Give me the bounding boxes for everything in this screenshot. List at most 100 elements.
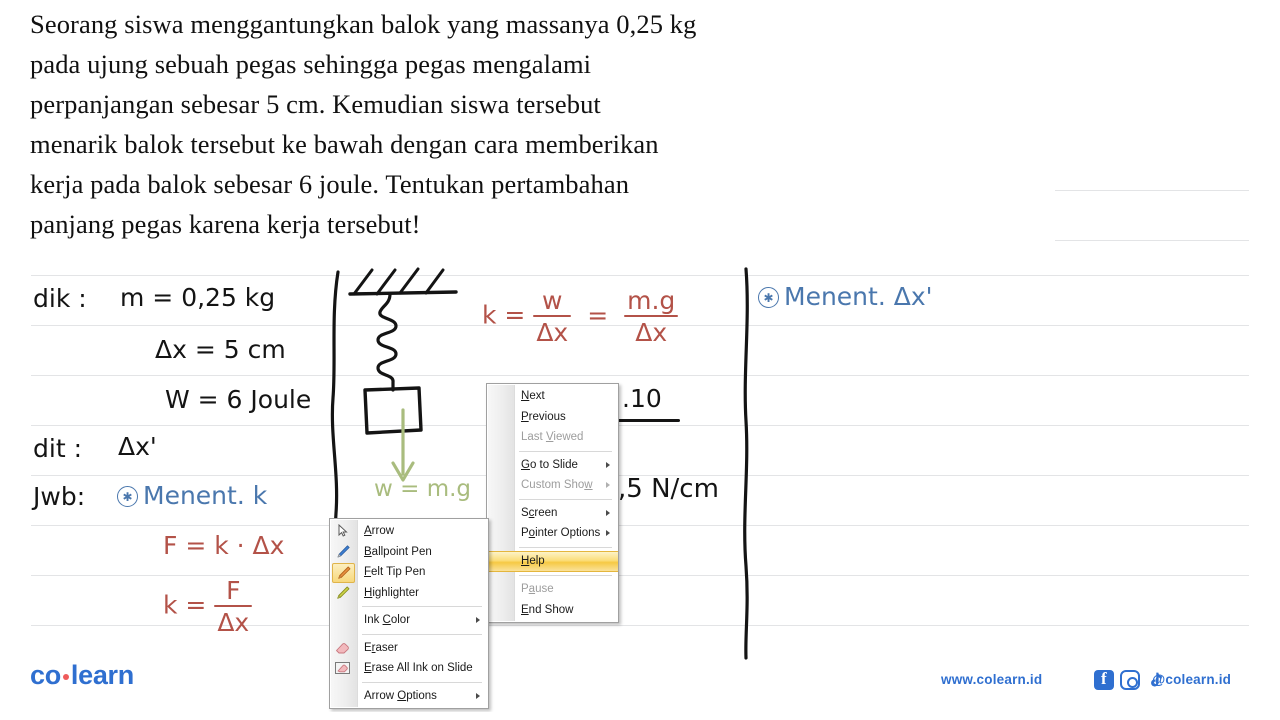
annotation-asked-label: dit : [33, 434, 82, 463]
annotation-k-formula: k = w Δx = m.g Δx [482, 288, 679, 345]
submenu-item-highlighter[interactable]: Highlighter [330, 583, 488, 604]
annotation-step1-title: Menent. k [117, 483, 267, 508]
submenu-item-eraser[interactable]: Eraser [330, 638, 488, 659]
submenu-chevron-right-icon [476, 617, 480, 624]
submenu-item-label: Erase All Ink on Slide [364, 662, 473, 674]
pointer-options-submenu[interactable]: Arrow Ballpoint Pen Felt Tip Pen Highlighte… [329, 518, 489, 709]
menu-separator [519, 450, 612, 452]
annotation-step1-eq1: F = k · Δx [163, 531, 285, 560]
submenu-item-ink-color[interactable]: Ink Color [330, 610, 488, 631]
annotation-k-partial-numerator: .10 [622, 384, 662, 413]
submenu-item-arrow[interactable]: Arrow [330, 521, 488, 542]
menu-separator [519, 575, 612, 576]
submenu-chevron-right-icon [606, 461, 610, 468]
submenu-item-list: Arrow Ballpoint Pen Felt Tip Pen Highlighte… [330, 521, 488, 706]
menu-item-screen[interactable]: Screen [487, 503, 618, 524]
annotation-step2-title: Menent. Δx' [758, 284, 933, 309]
cursor-arrow-icon [332, 522, 353, 540]
fraction-f-over-dx: F Δx [214, 578, 253, 635]
k-formula-eq: = [587, 300, 609, 330]
menu-item-label: Next [521, 390, 545, 402]
menu-separator [519, 498, 612, 500]
submenu-item-erase-all-ink-on-slide[interactable]: Erase All Ink on Slide [330, 658, 488, 679]
submenu-chevron-right-icon [476, 692, 480, 699]
ballpoint-pen-icon [332, 543, 353, 561]
submenu-chevron-right-icon [606, 482, 610, 489]
menu-item-list: Next Previous Last Viewed Go to Slide Custom… [487, 386, 618, 620]
menu-item-help[interactable]: Help [487, 550, 618, 572]
footer-handle: @colearn.id [1152, 672, 1232, 687]
submenu-item-label: Arrow Options [364, 689, 437, 702]
question-line: panjang pegas karena kerja tersebut! [30, 209, 421, 239]
submenu-item-label: Ballpoint Pen [364, 545, 432, 558]
annotation-weight-label: w = m.g [374, 476, 472, 502]
slide-canvas: Seorang siswa menggantungkan balok yang … [0, 0, 1280, 720]
ruled-line [1055, 240, 1249, 241]
annotation-step1-eq2: k = F Δx [163, 578, 253, 635]
ruled-line [31, 375, 1249, 376]
vertical-divider-right [743, 267, 749, 660]
menu-item-label: Previous [521, 410, 566, 423]
ruled-line [31, 275, 1249, 276]
menu-item-label: Pause [521, 583, 554, 595]
menu-item-end-show[interactable]: End Show [487, 600, 618, 621]
ruled-line [31, 525, 1249, 526]
menu-item-pause: Pause [487, 579, 618, 600]
circled-star-icon [117, 486, 138, 507]
highlighter-icon [332, 584, 353, 602]
menu-separator [362, 681, 482, 683]
submenu-item-label: Ink Color [364, 614, 411, 626]
bottom-spacer [0, 712, 1280, 720]
annotation-given-mass: m = 0,25 kg [120, 283, 276, 312]
eq2-lhs: k = [163, 590, 207, 620]
question-line: Seorang siswa menggantungkan balok yang … [30, 9, 697, 39]
question-line: kerja pada balok sebesar 6 joule. Tentuk… [30, 169, 630, 199]
menu-item-custom-show: Custom Show [487, 475, 618, 496]
submenu-item-label: Eraser [364, 641, 398, 654]
k-formula-lhs: k = [482, 300, 526, 330]
submenu-item-arrow-options[interactable]: Arrow Options [330, 686, 488, 707]
submenu-item-felt-tip-pen[interactable]: Felt Tip Pen [330, 562, 488, 583]
logo-text-learn: learn [70, 660, 134, 690]
ruled-line [1055, 190, 1249, 191]
facebook-icon[interactable] [1094, 669, 1114, 690]
menu-item-pointer-options[interactable]: Pointer Options [487, 523, 618, 544]
submenu-chevron-right-icon [606, 530, 610, 537]
menu-separator [519, 546, 612, 548]
menu-item-label: Go to Slide [521, 458, 578, 471]
menu-item-last-viewed: Last Viewed [487, 427, 618, 448]
question-line: perpanjangan sebesar 5 cm. Kemudian sisw… [30, 89, 601, 119]
annotation-k-partial-result: ,5 N/cm [618, 474, 719, 504]
annotation-given-work: W = 6 Joule [165, 385, 312, 414]
annotation-k-fraction-bar [612, 419, 680, 423]
menu-item-next[interactable]: Next [487, 386, 618, 407]
menu-separator [362, 606, 482, 607]
footer-website[interactable]: www.colearn.id [941, 672, 1042, 687]
slideshow-context-menu[interactable]: Next Previous Last Viewed Go to Slide Custom… [486, 383, 619, 623]
eraser-icon [332, 639, 353, 657]
menu-item-label: Screen [521, 506, 558, 519]
menu-item-label: End Show [521, 603, 574, 616]
fraction-mg-over-dx: m.g Δx [624, 288, 679, 345]
fraction-w-over-dx: w Δx [533, 288, 572, 345]
submenu-item-label: Felt Tip Pen [364, 566, 426, 578]
annotation-given-label: dik : [33, 284, 87, 313]
logo-text-co: co [30, 660, 61, 690]
menu-item-label: Help [521, 554, 545, 567]
menu-item-previous[interactable]: Previous [487, 407, 618, 428]
menu-item-label: Pointer Options [521, 527, 601, 539]
ruled-line [31, 575, 1249, 576]
submenu-item-label: Arrow [364, 525, 395, 537]
submenu-item-ballpoint-pen[interactable]: Ballpoint Pen [330, 542, 488, 563]
circled-star-icon [758, 287, 779, 308]
annotation-asked-value: Δx' [118, 432, 157, 461]
instagram-icon[interactable] [1120, 670, 1140, 690]
felt-tip-pen-icon [332, 563, 355, 583]
menu-item-label: Custom Show [521, 479, 593, 491]
ruled-line [31, 425, 1249, 426]
submenu-item-label: Highlighter [364, 586, 419, 599]
menu-item-go-to-slide[interactable]: Go to Slide [487, 455, 618, 476]
submenu-chevron-right-icon [606, 509, 610, 516]
colearn-logo: co learn [30, 660, 134, 691]
menu-item-label: Last Viewed [521, 431, 584, 443]
